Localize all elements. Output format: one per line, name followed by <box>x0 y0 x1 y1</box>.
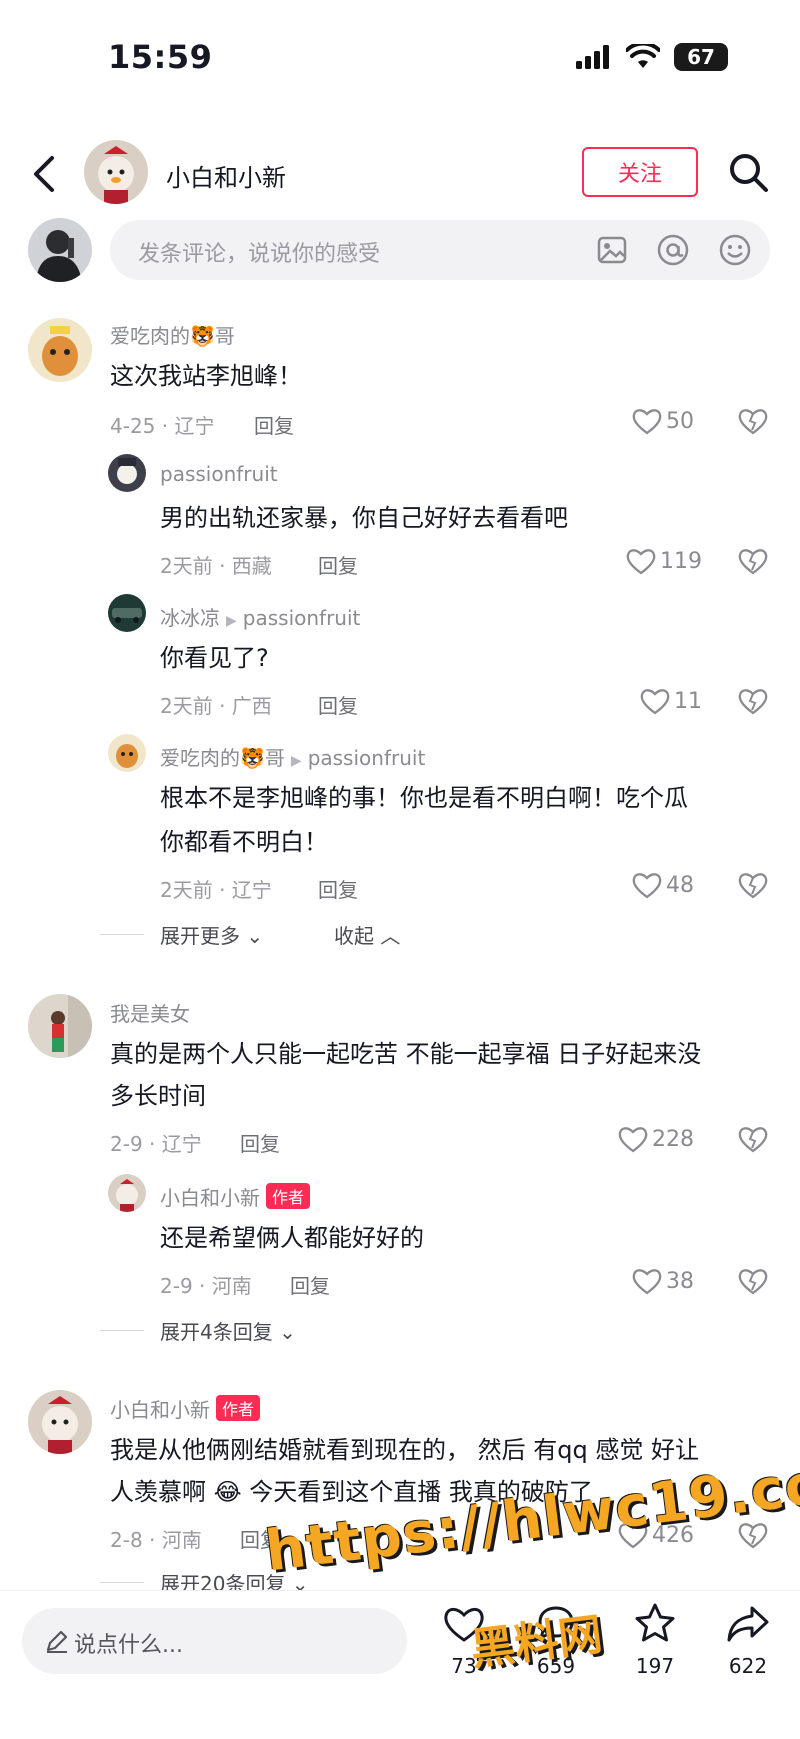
reply-button[interactable]: 回复 <box>254 410 294 439</box>
comment-text-line2: 多长时间 <box>110 1082 206 1110</box>
reply-text: 你看见了? <box>160 644 269 672</box>
comment-text: 这次我站李旭峰！ <box>110 362 302 390</box>
reply-button[interactable]: 回复 <box>318 690 358 719</box>
share-count: 622 <box>728 1654 768 1678</box>
dislike-icon[interactable] <box>738 870 768 900</box>
comment-username[interactable]: 我是美女 <box>110 998 190 1027</box>
at-mention-icon[interactable] <box>656 233 690 267</box>
comment-meta: 4-25 · 辽宁 <box>110 414 215 438</box>
status-icons: 67 <box>576 40 728 74</box>
wifi-icon <box>626 44 660 68</box>
reply-button[interactable]: 回复 <box>318 874 358 903</box>
author-avatar[interactable] <box>84 140 148 204</box>
search-icon[interactable] <box>728 152 770 194</box>
signal-icon <box>576 45 609 69</box>
like-count: 11 <box>674 688 702 714</box>
status-time: 15:59 <box>108 38 213 76</box>
reply-arrow-icon: ▶ <box>290 753 302 769</box>
heart-icon <box>632 409 662 435</box>
reply-text-line1: 根本不是李旭峰的事！你也是看不明白啊！吃个瓜 <box>160 784 688 812</box>
dislike-icon[interactable] <box>738 406 768 436</box>
dislike-icon[interactable] <box>738 686 768 716</box>
divider <box>100 934 144 935</box>
reply-avatar[interactable] <box>108 454 146 492</box>
expand-replies-button[interactable]: 展开4条回复 ⌄ <box>160 1316 296 1345</box>
my-avatar <box>28 218 92 282</box>
heart-icon <box>618 1127 648 1153</box>
author-badge: 作者 <box>266 1183 311 1209</box>
say-something-placeholder: 说点什么... <box>74 1633 183 1658</box>
reply-username[interactable]: 冰冰凉 <box>160 606 220 630</box>
like-button[interactable]: 11 <box>640 687 702 715</box>
back-icon[interactable] <box>30 154 58 194</box>
dislike-icon[interactable] <box>738 1266 768 1296</box>
reply-target[interactable]: passionfruit <box>243 606 361 630</box>
battery-indicator: 67 <box>674 43 728 71</box>
comment-meta: 2-8 · 河南 <box>110 1528 202 1552</box>
like-button[interactable]: 119 <box>626 547 702 575</box>
comment-avatar[interactable] <box>28 994 92 1058</box>
comment-text-line1: 真的是两个人只能一起吃苦 不能一起享福 日子好起来没 <box>110 1040 702 1068</box>
like-count: 119 <box>660 548 702 574</box>
heart-icon <box>632 873 662 899</box>
reply-button[interactable]: 回复 <box>290 1270 330 1299</box>
reply-meta: 2天前 · 广西 <box>160 694 272 718</box>
comment-text-line1: 我是从他俩刚结婚就看到现在的， 然后 有qq 感觉 好让 <box>110 1436 699 1464</box>
reply-text: 男的出轨还家暴，你自己好好去看看吧 <box>160 504 568 532</box>
like-count: 48 <box>666 872 694 898</box>
comment-avatar[interactable] <box>28 318 92 382</box>
reply-target[interactable]: passionfruit <box>308 746 426 770</box>
reply-username[interactable]: 小白和小新 <box>160 1186 260 1210</box>
author-badge: 作者 <box>216 1395 261 1421</box>
heart-icon <box>632 1269 662 1295</box>
header-title: 小白和小新 <box>166 164 286 192</box>
divider <box>100 1330 144 1331</box>
comment-input-placeholder: 发条评论，说说你的感受 <box>138 242 381 267</box>
reply-avatar[interactable] <box>108 734 146 772</box>
dislike-icon[interactable] <box>738 1124 768 1154</box>
emoji-icon[interactable] <box>718 233 752 267</box>
reply-username-line: 冰冰凉 ▶ passionfruit <box>160 602 360 631</box>
reply-button[interactable]: 回复 <box>318 550 358 579</box>
expand-more-button[interactable]: 展开更多 ⌄ <box>160 920 263 949</box>
reply-text-line2: 你都看不明白！ <box>160 828 328 856</box>
pencil-icon <box>46 1630 68 1653</box>
dislike-icon[interactable] <box>738 546 768 576</box>
reply-username-line: 小白和小新 作者 <box>160 1182 311 1211</box>
like-button[interactable]: 38 <box>632 1267 694 1295</box>
favorite-star-icon[interactable] <box>633 1602 677 1644</box>
reply-text: 还是希望俩人都能好好的 <box>160 1224 424 1252</box>
comment-username[interactable]: 爱吃肉的🐯哥 <box>110 320 235 349</box>
reply-avatar[interactable] <box>108 1174 146 1212</box>
comment-username[interactable]: 小白和小新 <box>110 1398 210 1422</box>
favorite-count: 197 <box>635 1654 675 1678</box>
like-button[interactable]: 50 <box>632 407 694 435</box>
image-icon[interactable] <box>596 234 628 266</box>
divider <box>100 1582 144 1583</box>
reply-avatar[interactable] <box>108 594 146 632</box>
like-button[interactable]: 228 <box>618 1125 694 1153</box>
heart-icon <box>640 689 670 715</box>
reply-username[interactable]: passionfruit <box>160 462 278 486</box>
reply-meta: 2-9 · 河南 <box>160 1274 252 1298</box>
collapse-button[interactable]: 收起 ︿ <box>334 920 400 949</box>
reply-arrow-icon: ▶ <box>226 613 237 629</box>
reply-meta: 2天前 · 西藏 <box>160 554 272 578</box>
follow-button[interactable]: 关注 <box>582 147 698 197</box>
comment-meta: 2-9 · 辽宁 <box>110 1132 202 1156</box>
heart-icon <box>626 549 656 575</box>
like-count: 38 <box>666 1268 694 1294</box>
comment-avatar[interactable] <box>28 1390 92 1454</box>
like-button[interactable]: 48 <box>632 871 694 899</box>
reply-username-line: 爱吃肉的🐯哥 ▶ passionfruit <box>160 742 425 771</box>
like-count: 50 <box>666 408 694 434</box>
reply-meta: 2天前 · 辽宁 <box>160 878 272 902</box>
share-icon[interactable] <box>726 1604 770 1644</box>
like-count: 228 <box>652 1126 694 1152</box>
reply-username[interactable]: 爱吃肉的🐯哥 <box>160 746 285 770</box>
comment-username-line: 小白和小新 作者 <box>110 1394 261 1423</box>
reply-button[interactable]: 回复 <box>240 1128 280 1157</box>
